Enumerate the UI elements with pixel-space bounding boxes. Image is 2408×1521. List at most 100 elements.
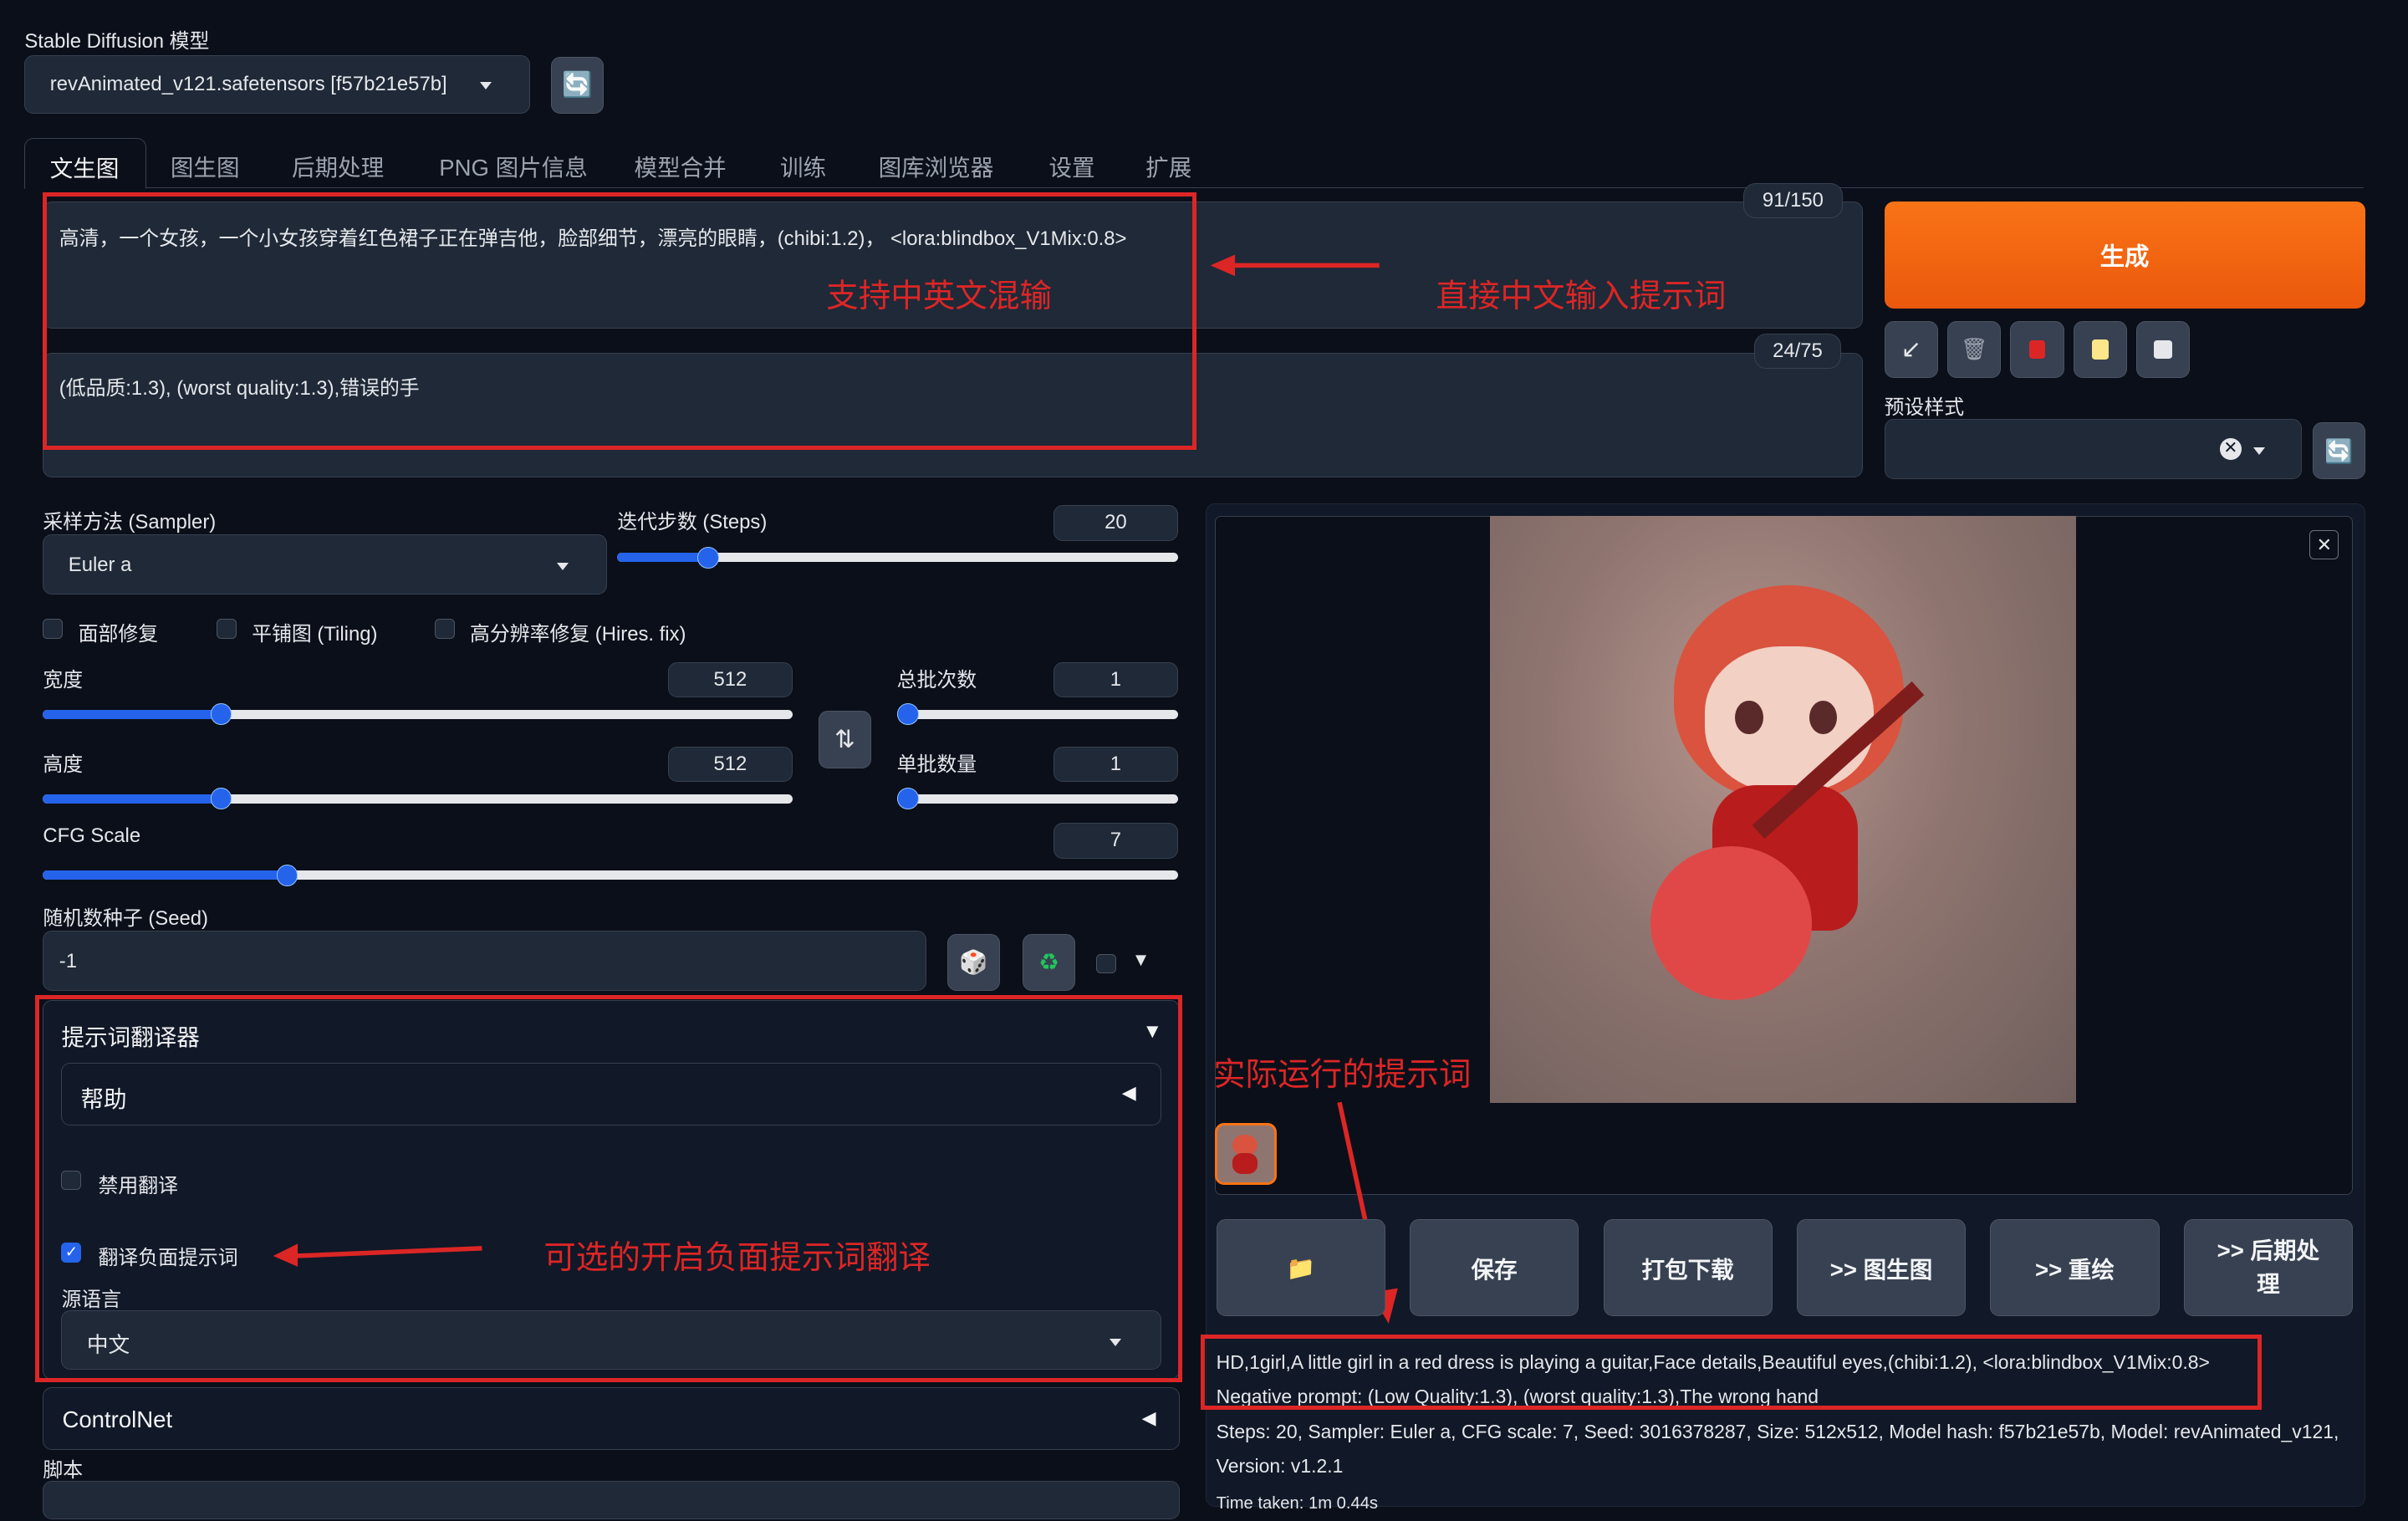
annotation-optional: 可选的开启负面提示词翻译 xyxy=(543,1240,931,1277)
tab-image-browser[interactable]: 图库浏览器 xyxy=(879,149,994,182)
steps-input[interactable]: 20 xyxy=(1053,505,1178,541)
styles-select[interactable]: ✕ xyxy=(1884,419,2303,480)
tab-img2img[interactable]: 图生图 xyxy=(171,149,240,182)
width-label: 宽度 xyxy=(43,669,84,692)
extra-networks-button[interactable] xyxy=(2010,320,2064,378)
swap-icon: ⇅ xyxy=(834,725,855,753)
folder-icon: 📁 xyxy=(1286,1254,1315,1281)
save-button[interactable]: 保存 xyxy=(1410,1219,1579,1317)
clear-prompt-button[interactable]: 🗑 xyxy=(1946,320,2002,378)
close-icon[interactable]: ✕ xyxy=(2309,529,2339,559)
width-slider[interactable] xyxy=(43,703,793,726)
tiling-label: 平铺图 (Tiling) xyxy=(252,623,378,646)
generate-label: 生成 xyxy=(2099,242,2150,271)
send-extras-label: >> 后期处理 xyxy=(2217,1237,2320,1298)
read-params-button[interactable]: ↙ xyxy=(1884,320,1939,378)
zip-label: 打包下载 xyxy=(1641,1257,1734,1284)
controlnet-accordion[interactable]: ControlNet ◀ xyxy=(43,1386,1180,1450)
swap-dimensions-button[interactable]: ⇅ xyxy=(818,711,871,768)
send-img2img-button[interactable]: >> 图生图 xyxy=(1796,1219,1967,1317)
negative-token-counter: 24/75 xyxy=(1753,333,1842,369)
hires-fix-label: 高分辨率修复 (Hires. fix) xyxy=(470,623,686,646)
reuse-seed-button[interactable]: ♻ xyxy=(1023,933,1075,991)
batch-count-label: 总批次数 xyxy=(896,669,977,692)
translator-highlight-box xyxy=(35,995,1183,1383)
tab-extensions[interactable]: 扩展 xyxy=(1145,149,1191,182)
seed-input[interactable]: -1 xyxy=(43,931,926,991)
guitar-body xyxy=(1650,846,1813,1000)
height-input[interactable]: 512 xyxy=(667,746,793,783)
model-label: Stable Diffusion 模型 xyxy=(24,30,210,54)
random-seed-button[interactable]: 🎲 xyxy=(947,933,1000,991)
script-select[interactable] xyxy=(43,1480,1180,1519)
refresh-model-button[interactable]: 🔄 xyxy=(551,56,604,115)
trash-icon: 🗑 xyxy=(1960,337,1988,361)
zip-download-button[interactable]: 打包下载 xyxy=(1603,1219,1773,1317)
clipboard-icon xyxy=(2091,339,2109,360)
tiling-checkbox[interactable] xyxy=(216,619,237,640)
tab-train[interactable]: 训练 xyxy=(780,149,826,182)
tab-txt2img[interactable]: 文生图 xyxy=(24,138,146,190)
chevron-down-icon xyxy=(2253,447,2266,456)
annotation-arrow-left xyxy=(273,1243,482,1268)
batch-size-slider[interactable] xyxy=(896,788,1178,810)
eye-right xyxy=(1809,700,1837,734)
eye-left xyxy=(1735,700,1763,734)
open-folder-button[interactable]: 📁 xyxy=(1216,1219,1385,1317)
model-selected-value: revAnimated_v121.safetensors [f57b21e57b… xyxy=(49,73,447,96)
apply-style-button[interactable] xyxy=(2073,320,2127,378)
extra-seed-checkbox[interactable] xyxy=(1096,953,1117,974)
tab-extras[interactable]: 后期处理 xyxy=(292,149,384,182)
seed-value: -1 xyxy=(59,950,77,973)
batch-count-slider[interactable] xyxy=(896,703,1178,726)
cfg-slider[interactable] xyxy=(43,865,1178,886)
refresh-styles-button[interactable]: 🔄 xyxy=(2313,422,2365,480)
cfg-input[interactable]: 7 xyxy=(1053,823,1178,859)
refresh-icon: 🔄 xyxy=(562,71,593,99)
tab-settings[interactable]: 设置 xyxy=(1048,149,1094,182)
generate-button[interactable]: 生成 xyxy=(1884,201,2365,309)
sampler-label: 采样方法 (Sampler) xyxy=(43,511,217,534)
annotation-mixed: 支持中英文混输 xyxy=(826,278,1053,315)
tab-checkpoint-merger[interactable]: 模型合并 xyxy=(635,149,727,182)
model-select[interactable]: revAnimated_v121.safetensors [f57b21e57b… xyxy=(24,55,530,115)
steps-label: 迭代步数 (Steps) xyxy=(617,511,768,534)
triangle-down-icon[interactable]: ▼ xyxy=(1132,949,1150,971)
send-inpaint-button[interactable]: >> 重绘 xyxy=(1990,1219,2160,1317)
controlnet-title: ControlNet xyxy=(62,1406,173,1432)
refresh-icon: 🔄 xyxy=(2324,437,2354,464)
face-shape xyxy=(1704,646,1874,793)
arrow-in-icon: ↙ xyxy=(1900,335,1922,364)
clear-icon[interactable]: ✕ xyxy=(2220,438,2242,461)
prompt-highlight-box xyxy=(43,191,1196,451)
tab-png-info[interactable]: PNG 图片信息 xyxy=(439,149,588,182)
triangle-left-icon: ◀ xyxy=(1141,1407,1156,1429)
seed-label: 随机数种子 (Seed) xyxy=(43,907,208,931)
save-icon xyxy=(2154,339,2173,359)
send-inpaint-label: >> 重绘 xyxy=(2034,1257,2115,1284)
gallery-thumbnail[interactable] xyxy=(1214,1122,1277,1185)
batch-count-input[interactable]: 1 xyxy=(1053,661,1178,698)
script-label: 脚本 xyxy=(43,1458,84,1482)
red-card-icon xyxy=(2029,339,2045,359)
batch-size-label: 单批数量 xyxy=(896,753,977,777)
cfg-label: CFG Scale xyxy=(43,824,141,848)
info-time: Time taken: 1m 0.44s xyxy=(1216,1493,1379,1513)
generated-image[interactable] xyxy=(1489,516,2077,1103)
hires-fix-checkbox[interactable] xyxy=(434,619,455,640)
dice-icon: 🎲 xyxy=(959,949,988,976)
sampler-select[interactable]: Euler a xyxy=(43,534,607,595)
styles-label: 预设样式 xyxy=(1884,396,1965,419)
send-extras-button[interactable]: >> 后期处理 xyxy=(2183,1219,2353,1317)
height-slider[interactable] xyxy=(43,788,793,810)
width-input[interactable]: 512 xyxy=(667,661,793,698)
chevron-down-icon xyxy=(556,563,569,571)
tab-bar: 文生图 图生图 后期处理 PNG 图片信息 模型合并 训练 图库浏览器 设置 扩… xyxy=(24,138,2364,190)
batch-size-input[interactable]: 1 xyxy=(1053,746,1178,783)
save-style-button[interactable] xyxy=(2135,320,2191,378)
face-restore-checkbox[interactable] xyxy=(43,619,64,640)
chevron-down-icon xyxy=(480,82,492,90)
steps-slider[interactable] xyxy=(617,546,1178,569)
tab-label: 文生图 xyxy=(49,156,120,182)
info-highlight-box xyxy=(1201,1335,2263,1411)
